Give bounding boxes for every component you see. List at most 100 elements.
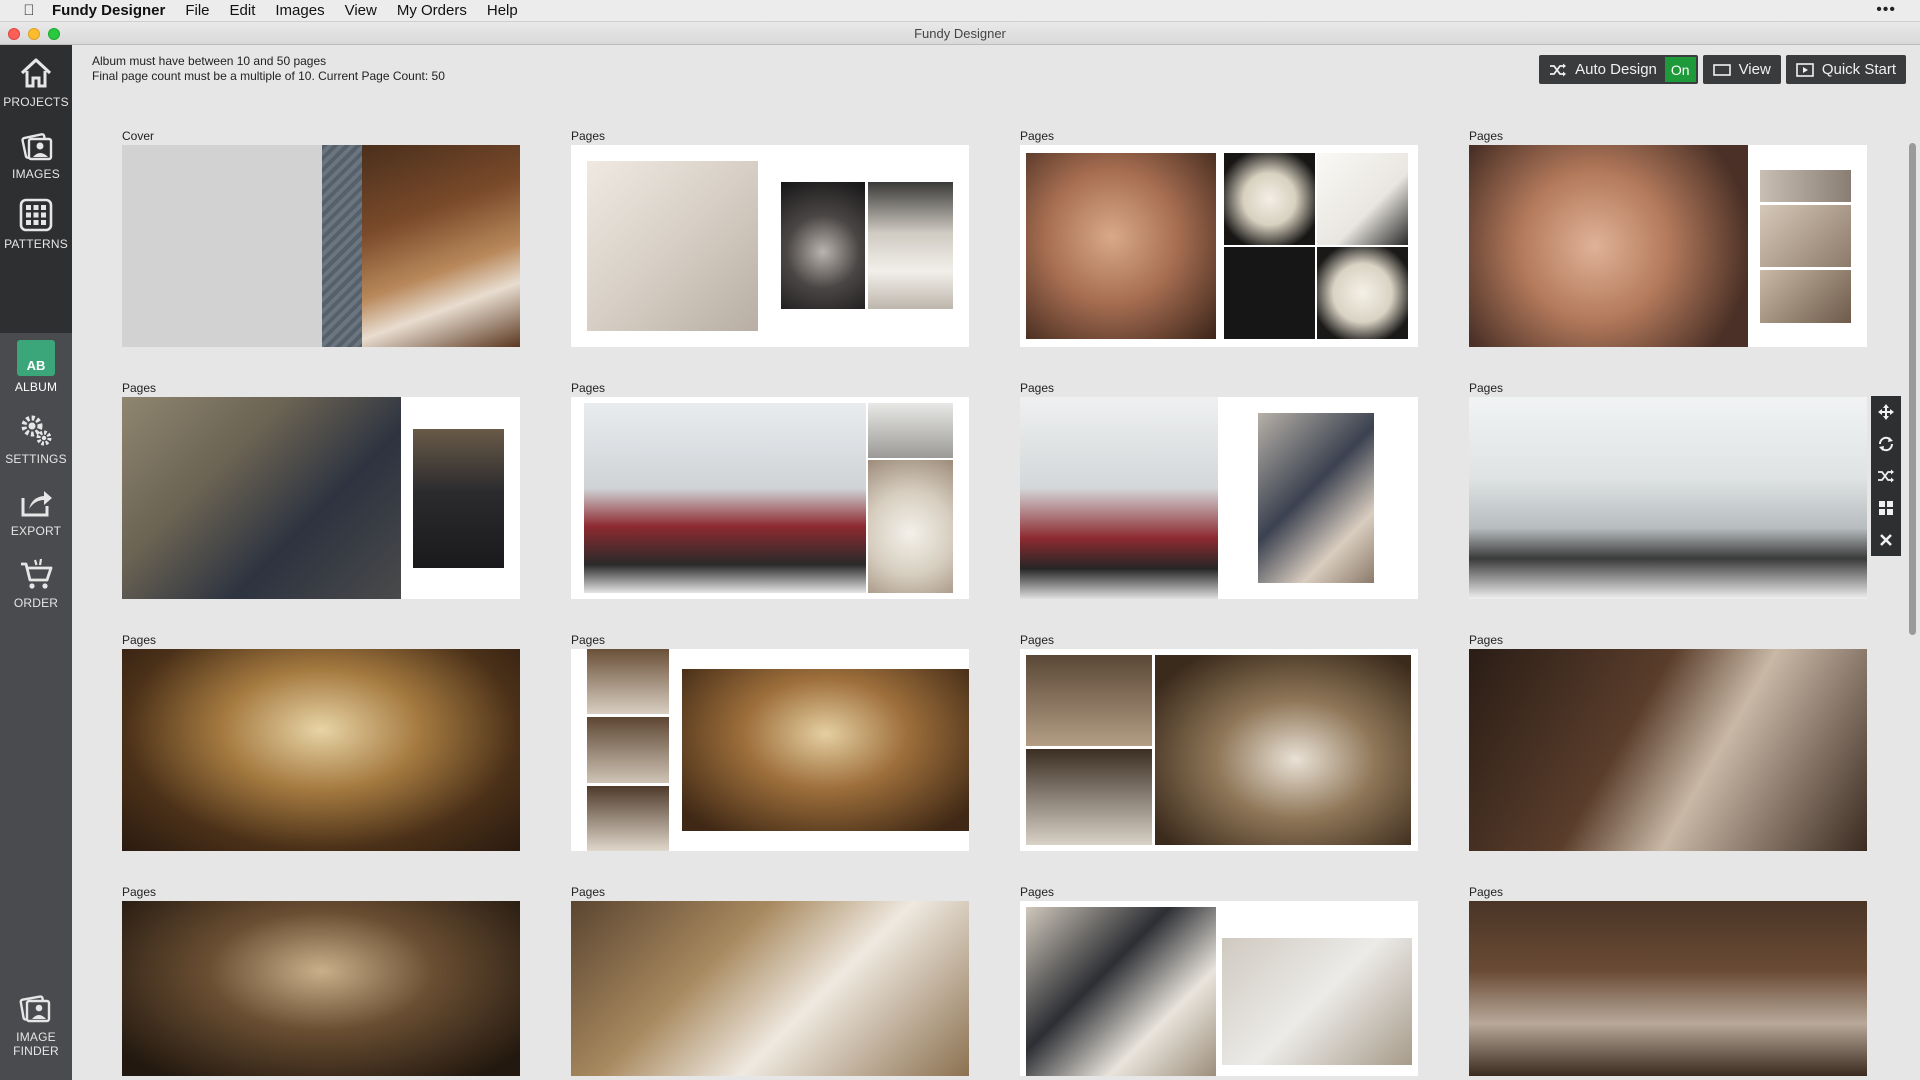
spread-pages-27-28[interactable] — [1020, 901, 1418, 1076]
move-spread-button[interactable] — [1871, 396, 1901, 428]
spread-pages-3-4[interactable] — [1020, 145, 1418, 347]
cover-spine — [322, 145, 362, 347]
play-icon — [1796, 62, 1814, 77]
left-sidebar: PROJECTS IMAGES PATTERNS AB ALBUM SETTIN… — [0, 45, 72, 1080]
auto-design-state-badge[interactable]: On — [1664, 57, 1696, 82]
photo-thumbnail — [1222, 938, 1412, 1065]
layout-spread-button[interactable] — [1871, 492, 1901, 524]
photo-thumbnail — [682, 669, 969, 831]
gears-icon — [21, 415, 52, 446]
spread-pages-7-8[interactable] — [122, 397, 520, 599]
patterns-grid-icon — [19, 198, 53, 232]
menu-edit[interactable]: Edit — [230, 2, 256, 19]
spread-pages-13-14[interactable] — [1469, 397, 1867, 599]
album-icon: AB — [17, 340, 55, 376]
photo-thumbnail — [868, 403, 953, 458]
photo-thumbnail — [362, 145, 520, 347]
spread-hover-tools — [1871, 396, 1901, 556]
sidebar-item-projects[interactable]: PROJECTS — [0, 55, 72, 109]
window-title-bar: Fundy Designer — [0, 22, 1920, 45]
photo-thumbnail — [1020, 397, 1218, 599]
menu-app-name[interactable]: Fundy Designer — [52, 2, 165, 19]
sidebar-item-settings[interactable]: SETTINGS — [0, 412, 72, 466]
menu-view[interactable]: View — [345, 2, 377, 19]
photo-thumbnail — [1469, 397, 1867, 599]
sidebar-item-image-finder[interactable]: IMAGE FINDER — [0, 990, 72, 1058]
page-count-status: Final page count must be a multiple of 1… — [92, 69, 445, 83]
spread-pages-21-22[interactable] — [1469, 649, 1867, 851]
sidebar-item-order[interactable]: ORDER — [0, 556, 72, 610]
photo-thumbnail — [1026, 655, 1152, 746]
auto-design-label: Auto Design — [1575, 61, 1657, 78]
swap-icon — [1878, 436, 1894, 452]
spread-pages-29-30[interactable] — [1469, 901, 1867, 1076]
spread-pages-25-26[interactable] — [571, 901, 969, 1076]
page-count-info: Album must have between 10 and 50 pages … — [92, 54, 445, 84]
sidebar-label-album: ALBUM — [14, 380, 58, 394]
sidebar-item-album[interactable]: AB ALBUM — [0, 340, 72, 394]
layout-icon — [1879, 501, 1893, 515]
photo-thumbnail — [587, 717, 669, 783]
photo-thumbnail — [868, 460, 953, 593]
spread-pages-23-24[interactable] — [122, 901, 520, 1076]
apple-menu-icon[interactable]:  — [20, 2, 38, 19]
menu-my-orders[interactable]: My Orders — [397, 2, 467, 19]
vertical-scrollbar[interactable] — [1909, 143, 1916, 635]
spread-pages-15-16[interactable] — [122, 649, 520, 851]
photo-thumbnail — [1026, 749, 1152, 845]
photo-thumbnail — [1224, 247, 1315, 339]
view-icon — [1712, 63, 1731, 76]
sidebar-label-export: EXPORT — [10, 524, 62, 538]
export-icon — [21, 491, 52, 517]
photo-thumbnail — [413, 429, 504, 568]
close-icon — [1880, 534, 1892, 546]
photo-thumbnail — [1155, 655, 1411, 845]
quick-start-button[interactable]: Quick Start — [1785, 55, 1906, 84]
photo-thumbnail — [122, 901, 520, 1076]
spread-pages-1-2[interactable] — [571, 145, 969, 347]
remove-spread-button[interactable] — [1871, 524, 1901, 556]
menu-images[interactable]: Images — [275, 2, 324, 19]
photo-thumbnail — [1469, 649, 1867, 851]
shuffle-icon — [1550, 63, 1567, 76]
view-button[interactable]: View — [1702, 55, 1781, 84]
spread-cover[interactable] — [122, 145, 520, 347]
photo-thumbnail — [587, 786, 669, 851]
image-finder-icon — [19, 995, 51, 1023]
quick-start-label: Quick Start — [1821, 61, 1896, 78]
window-title: Fundy Designer — [914, 26, 1006, 41]
home-icon — [20, 58, 52, 88]
spread-pages-17-18[interactable] — [571, 649, 969, 851]
sidebar-label-image-finder-2: FINDER — [13, 1044, 59, 1058]
sidebar-label-images: IMAGES — [12, 167, 60, 181]
menu-extras-icon[interactable]: ••• — [1876, 1, 1896, 19]
spread-pages-11-12[interactable] — [1020, 397, 1418, 599]
photo-thumbnail — [1760, 170, 1851, 202]
photo-thumbnail — [587, 649, 669, 714]
photo-thumbnail — [1224, 153, 1315, 245]
sidebar-item-images[interactable]: IMAGES — [0, 127, 72, 181]
photo-thumbnail — [1317, 153, 1408, 245]
photo-thumbnail — [122, 397, 401, 599]
shuffle-spread-button[interactable] — [1871, 460, 1901, 492]
spread-pages-19-20[interactable] — [1020, 649, 1418, 851]
auto-design-button[interactable]: Auto Design On — [1539, 55, 1698, 84]
photo-thumbnail — [1026, 153, 1216, 339]
spread-pages-9-10[interactable] — [571, 397, 969, 599]
photo-thumbnail — [1760, 270, 1851, 323]
spread-pages-5-6[interactable] — [1469, 145, 1867, 347]
sidebar-item-patterns[interactable]: PATTERNS — [0, 197, 72, 251]
page-count-rule: Album must have between 10 and 50 pages — [92, 54, 327, 68]
swap-images-button[interactable] — [1871, 428, 1901, 460]
photo-thumbnail — [1317, 247, 1408, 339]
sidebar-label-image-finder-1: IMAGE — [16, 1030, 56, 1044]
sidebar-label-settings: SETTINGS — [5, 452, 67, 466]
menu-file[interactable]: File — [185, 2, 209, 19]
move-icon — [1878, 404, 1894, 420]
sidebar-item-export[interactable]: EXPORT — [0, 484, 72, 538]
spread-label: Cover — [122, 129, 155, 143]
menu-help[interactable]: Help — [487, 2, 518, 19]
photo-thumbnail — [868, 182, 953, 309]
menu-bar:  Fundy Designer File Edit Images View M… — [0, 0, 1920, 22]
photo-thumbnail — [1026, 907, 1216, 1076]
